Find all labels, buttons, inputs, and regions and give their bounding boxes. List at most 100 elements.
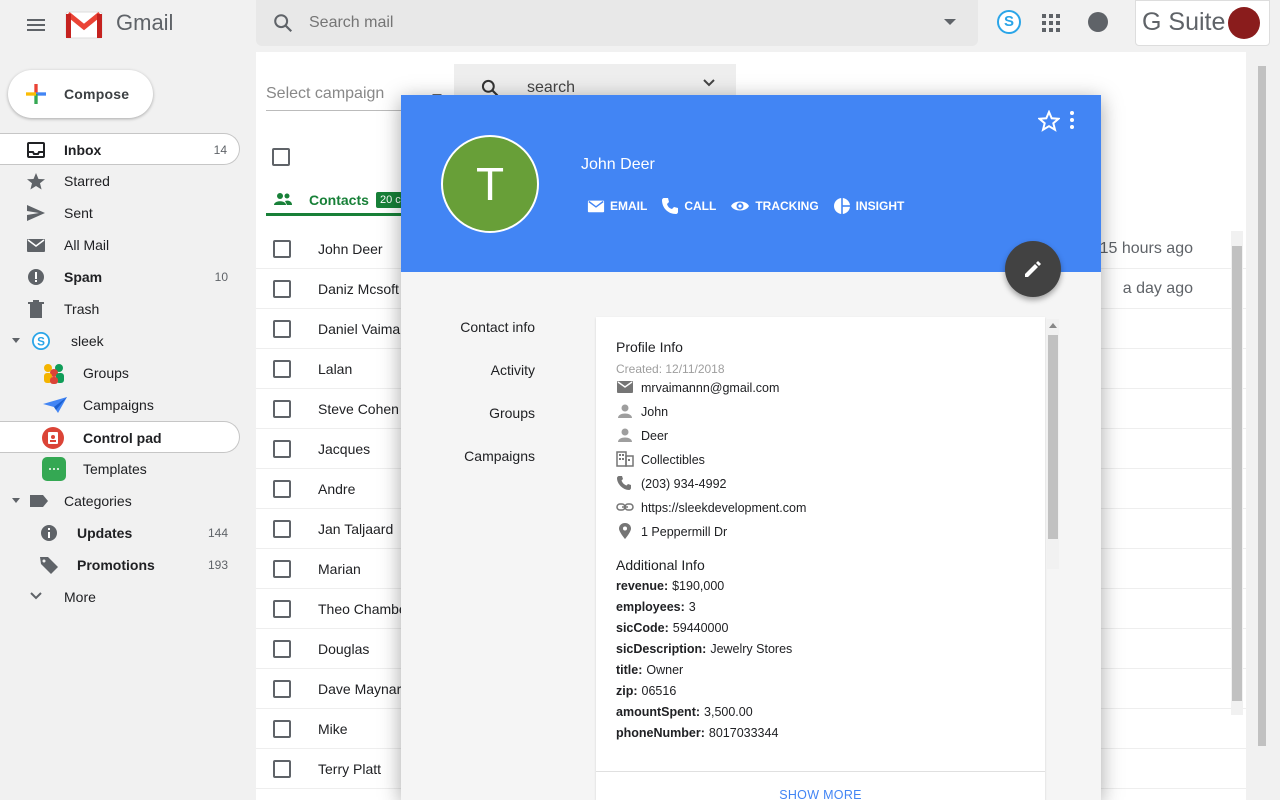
sidebar-item-sent[interactable]: Sent [0,197,240,229]
field-value: 3 [688,600,696,614]
select-all-checkbox[interactable] [272,148,290,166]
email-action-button[interactable]: EMAIL [587,196,647,216]
compose-button[interactable]: Compose [8,70,153,118]
sidebar-item-spam[interactable]: Spam 10 [0,261,240,293]
edit-contact-button[interactable] [1005,241,1061,297]
field-key: sicCode: [616,621,669,635]
row-checkbox[interactable] [273,280,291,298]
more-options-icon[interactable] [1070,111,1076,129]
contact-name: Jan Taljaard [318,521,394,537]
apps-grid-icon[interactable] [1042,14,1060,32]
search-options-icon[interactable] [944,19,956,25]
row-checkbox[interactable] [273,680,291,698]
card-scrollbar[interactable] [1047,319,1059,569]
sidebar-item-updates[interactable]: Updates 144 [0,517,240,549]
info-row-first-name: John [616,400,1026,424]
row-checkbox[interactable] [273,240,291,258]
sidebar-item-label: Templates [83,461,147,477]
field-value: 8017033344 [708,726,779,740]
sidebar-item-sleek[interactable]: S sleek [0,325,240,357]
sidebar-nav: Inbox 14 Starred Sent All Mail Spam 10 T… [0,133,240,613]
field-key: phoneNumber: [616,726,705,740]
show-more-button[interactable]: SHOW MORE [596,771,1045,800]
sidebar-item-more[interactable]: More [0,581,240,613]
call-action-button[interactable]: CALL [661,196,716,216]
field-key: zip: [616,684,638,698]
info-value: mrvaimannn@gmail.com [641,381,780,395]
sidebar-item-label: Trash [64,301,100,317]
row-checkbox[interactable] [273,560,291,578]
main-menu-icon[interactable] [24,14,48,38]
contact-name: Theo Chambe [318,601,407,617]
row-checkbox[interactable] [273,640,291,658]
plus-icon [26,84,46,104]
sidebar-item-categories[interactable]: Categories [0,485,240,517]
collapse-arrow-icon[interactable] [12,338,20,343]
mail-icon [27,239,45,252]
sidebar-item-control-pad[interactable]: Control pad [0,421,240,453]
sidebar-item-inbox[interactable]: Inbox 14 [0,133,240,165]
contact-title: John Deer [581,156,655,173]
tab-contacts[interactable]: Contacts 20 c [266,188,416,216]
chevron-down-icon[interactable] [702,78,716,88]
info-value: Collectibles [641,453,705,467]
tracking-action-label: TRACKING [755,199,819,213]
info-value[interactable]: https://sleekdevelopment.com [641,501,806,515]
sidebar-item-trash[interactable]: Trash [0,293,240,325]
eye-icon [731,201,750,211]
person-icon [618,404,632,418]
contact-header: T John Deer EMAIL CALL TRACKING INSIGHT [401,95,1101,272]
section-link-activity[interactable]: Activity [401,362,535,405]
search-input[interactable]: Search mail [309,14,393,32]
section-link-campaigns[interactable]: Campaigns [401,448,535,491]
section-link-groups[interactable]: Groups [401,405,535,448]
row-checkbox[interactable] [273,520,291,538]
page-scrollbar[interactable] [1254,58,1268,798]
inbox-icon [27,142,45,158]
sidebar-item-all-mail[interactable]: All Mail [0,229,240,261]
row-checkbox[interactable] [273,480,291,498]
row-checkbox[interactable] [273,360,291,378]
section-link-contact-info[interactable]: Contact info [401,319,535,362]
star-icon[interactable] [1038,110,1060,132]
additional-field: sicDescription: Jewelry Stores [616,642,1026,663]
search-bar[interactable]: Search mail [256,0,978,46]
sidebar-item-campaigns[interactable]: Campaigns [0,389,240,421]
row-checkbox[interactable] [273,400,291,418]
pencil-icon [1025,261,1041,277]
account-avatar[interactable] [1228,7,1260,39]
additional-field: sicCode: 59440000 [616,621,1026,642]
account-area[interactable]: G Suite [1135,0,1270,46]
contact-name: Steve Cohen [318,401,399,417]
email-action-label: EMAIL [610,199,648,213]
notifications-icon[interactable] [1088,12,1108,32]
row-checkbox[interactable] [273,600,291,618]
additional-field: amountSpent: 3,500.00 [616,705,1026,726]
info-row-company: Collectibles [616,448,1026,472]
control-pad-icon [42,427,64,449]
sidebar-item-groups[interactable]: Groups [0,357,240,389]
row-checkbox[interactable] [273,720,291,738]
row-checkbox[interactable] [273,320,291,338]
list-scrollbar[interactable] [1231,231,1243,715]
additional-field: employees: 3 [616,600,1026,621]
row-checkbox[interactable] [273,440,291,458]
collapse-arrow-icon[interactable] [12,498,20,503]
search-icon[interactable] [272,12,294,34]
sleek-logo-icon[interactable]: S [997,10,1021,34]
trash-icon [28,300,44,318]
sidebar-item-templates[interactable]: Templates [0,453,240,485]
info-row-phone: (203) 934-4992 [616,472,1026,496]
gmail-logo-icon[interactable] [64,8,104,40]
sidebar-item-count: 193 [207,558,228,572]
sidebar-item-starred[interactable]: Starred [0,165,240,197]
sidebar-item-label: Categories [64,493,132,509]
additional-field: title: Owner [616,663,1026,684]
gsuite-logo: G Suite [1142,8,1226,36]
sidebar-item-label: Campaigns [83,397,154,413]
field-value: Owner [646,663,684,677]
sidebar-item-promotions[interactable]: Promotions 193 [0,549,240,581]
insight-action-button[interactable]: INSIGHT [833,196,904,216]
row-checkbox[interactable] [273,760,291,778]
tracking-action-button[interactable]: TRACKING [730,196,819,216]
